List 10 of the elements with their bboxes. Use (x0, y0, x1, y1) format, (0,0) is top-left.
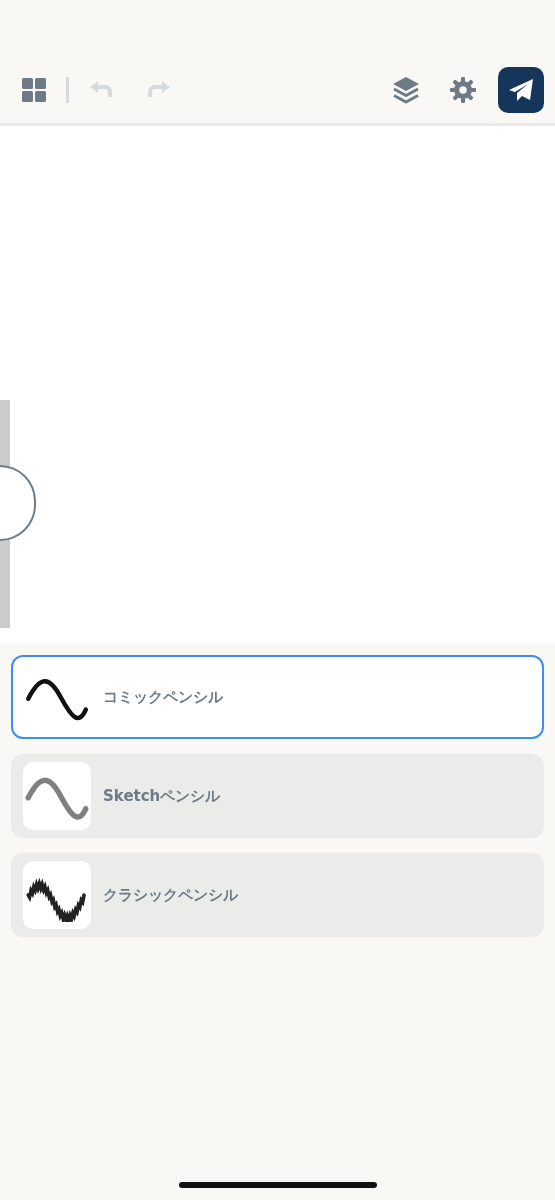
layers-icon[interactable] (392, 75, 420, 104)
paper-plane-icon (508, 77, 534, 102)
brush-item[interactable]: Sketchペンシル (11, 754, 544, 838)
brush-name: Sketchペンシル (103, 786, 221, 806)
send-button[interactable] (498, 66, 544, 113)
brush-name: コミックペンシル (103, 687, 223, 707)
brush-item[interactable]: コミックペンシル (11, 655, 544, 739)
brush-name: クラシックペンシル (103, 885, 238, 905)
grid-icon[interactable] (22, 77, 46, 102)
brush-item[interactable]: クラシックペンシル (11, 853, 544, 937)
